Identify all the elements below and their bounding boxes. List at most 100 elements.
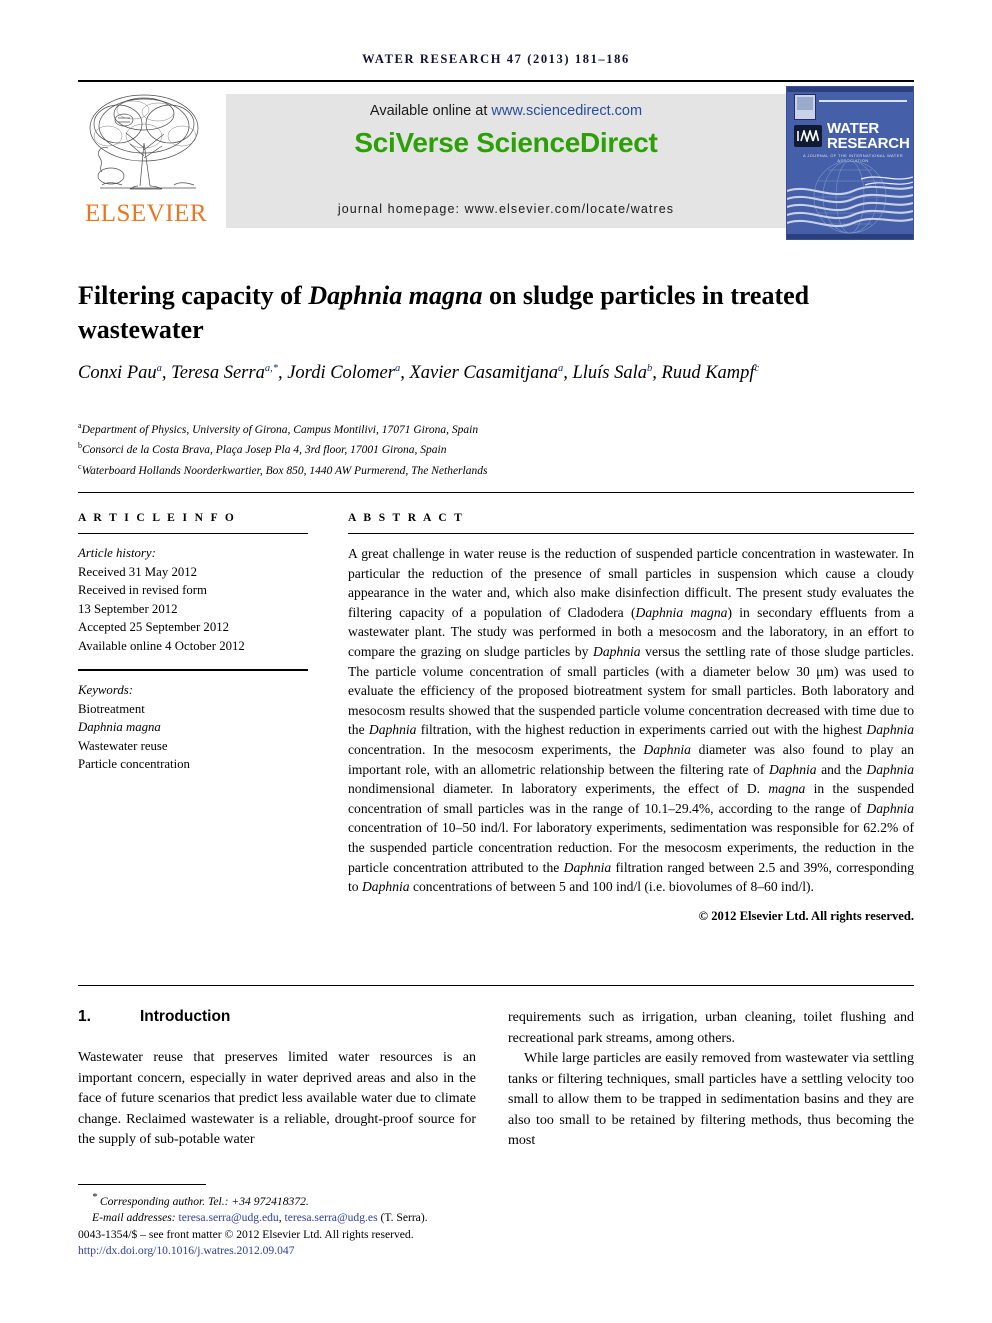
article-info-heading-rule bbox=[78, 533, 308, 534]
author-name: Teresa Serra bbox=[171, 363, 265, 384]
introduction-right-column: requirements such as irrigation, urban c… bbox=[508, 1008, 914, 1152]
available-prefix: Available online at bbox=[369, 103, 492, 119]
page-title: Filtering capacity of Daphnia magna on s… bbox=[78, 279, 878, 347]
abstract-italic-term: Daphnia bbox=[643, 741, 691, 757]
elsevier-tree-icon bbox=[89, 94, 199, 190]
iwa-logo-icon bbox=[794, 125, 822, 147]
article-info-heading: A R T I C L E I N F O bbox=[78, 512, 237, 524]
article-info-column: A R T I C L E I N F O Article history: R… bbox=[78, 512, 308, 774]
affiliation-text: Consorci de la Costa Brava, Plaça Josep … bbox=[82, 444, 447, 457]
keywords-divider-rule bbox=[78, 669, 308, 671]
abstract-italic-term: Daphnia bbox=[593, 643, 641, 659]
intro-paragraph: Wastewater reuse that preserves limited … bbox=[78, 1050, 476, 1147]
author-item: Jordi Colomera, bbox=[287, 363, 409, 383]
section-title: Introduction bbox=[140, 1008, 231, 1025]
cover-divider-line bbox=[819, 100, 907, 102]
author-affil-marker: a,* bbox=[264, 363, 278, 374]
affiliation-text: Department of Physics, University of Gir… bbox=[81, 423, 479, 436]
history-item: Received in revised form bbox=[78, 583, 207, 597]
author-item: Conxi Paua, bbox=[78, 363, 171, 383]
abstract-italic-term: Daphnia bbox=[768, 761, 817, 777]
cover-globe-graphic bbox=[787, 161, 913, 234]
abstract-italic-term: magna bbox=[768, 781, 806, 797]
abstract-italic-term: Daphnia bbox=[368, 722, 417, 738]
journal-banner: ELSEVIER Available online at www.science… bbox=[78, 86, 914, 240]
elsevier-wordmark: ELSEVIER bbox=[84, 200, 208, 227]
corresponding-marker: * bbox=[92, 1192, 97, 1203]
abstract-italic-term: Daphnia bbox=[866, 722, 914, 738]
sciverse-sciencedirect-logo: SciVerse ScienceDirect bbox=[354, 127, 658, 158]
cover-title-line1: WATER bbox=[827, 120, 880, 137]
introduction-heading: 1. Introduction bbox=[78, 1008, 476, 1026]
journal-cover-image: WATER RESEARCH A JOURNAL OF THE INTERNAT… bbox=[786, 86, 914, 240]
cover-mini-thumbnail-inner bbox=[797, 97, 813, 110]
email-line: E-mail addresses: teresa.serra@udg.edu, … bbox=[78, 1210, 508, 1227]
abstract-italic-term: Daphnia bbox=[866, 800, 914, 816]
article-first-page: WATER RESEARCH 47 (2013) 181–186 ELSEVIE… bbox=[0, 0, 992, 1323]
corresponding-author-line: * Corresponding author. Tel.: +34 972418… bbox=[78, 1190, 508, 1210]
abstract-text-run: concentration. In the mesocosm experimen… bbox=[348, 741, 644, 757]
author-item: Teresa Serraa,*, bbox=[171, 363, 287, 383]
abstract-italic-term: Daphnia bbox=[866, 761, 914, 777]
abstract-section-top-rule bbox=[78, 492, 914, 493]
elsevier-logo: ELSEVIER bbox=[78, 88, 214, 236]
author-name: Conxi Pau bbox=[78, 363, 157, 384]
intro-paragraph-2: While large particles are easily removed… bbox=[508, 1051, 914, 1148]
keyword-item: Particle concentration bbox=[78, 757, 190, 771]
footnote-block: * Corresponding author. Tel.: +34 972418… bbox=[78, 1190, 508, 1260]
intro-paragraph-continued: requirements such as irrigation, urban c… bbox=[508, 1010, 914, 1046]
abstract-heading-rule bbox=[348, 533, 914, 534]
doi-link[interactable]: http://dx.doi.org/10.1016/j.watres.2012.… bbox=[78, 1243, 508, 1260]
affiliation-item: cWaterboard Hollands Noorderkwartier, Bo… bbox=[78, 459, 898, 479]
introduction-left-column: 1. Introduction Wastewater reuse that pre… bbox=[78, 1008, 476, 1151]
keywords-block: Keywords: Biotreatment Daphnia magna Was… bbox=[78, 681, 308, 774]
author-name: Jordi Colomer bbox=[287, 363, 395, 384]
sciencedirect-url[interactable]: www.sciencedirect.com bbox=[491, 103, 642, 119]
keyword-item: Biotreatment bbox=[78, 701, 145, 716]
iwa-mark-icon bbox=[797, 130, 819, 142]
abstract-text-run: filtration, with the highest reduction i… bbox=[416, 722, 867, 738]
email-label: E-mail addresses: bbox=[92, 1211, 176, 1225]
abstract-text-run: and the bbox=[816, 761, 867, 777]
title-species-italic: Daphnia magna bbox=[308, 281, 483, 311]
available-online-text: Available online at www.sciencedirect.co… bbox=[226, 103, 786, 119]
keyword-item: Wastewater reuse bbox=[78, 738, 168, 753]
author-separator: , bbox=[161, 363, 172, 384]
journal-homepage-text[interactable]: journal homepage: www.elsevier.com/locat… bbox=[226, 202, 786, 216]
cover-journal-title: WATER RESEARCH bbox=[827, 121, 911, 151]
abstract-column: A B S T R A C T A great challenge in wat… bbox=[348, 512, 914, 924]
history-item: 13 September 2012 bbox=[78, 601, 178, 616]
author-name: Lluís Sala bbox=[572, 363, 648, 384]
footnote-rule bbox=[78, 1184, 206, 1185]
author-separator: , bbox=[652, 363, 662, 384]
keywords-label: Keywords: bbox=[78, 683, 133, 697]
history-item: Received 31 May 2012 bbox=[78, 564, 198, 579]
author-separator: , bbox=[277, 363, 288, 384]
author-name: Ruud Kampf bbox=[661, 363, 755, 384]
cover-top-bar bbox=[787, 87, 913, 92]
abstract-text: A great challenge in water reuse is the … bbox=[348, 544, 914, 897]
author-item: Lluís Salab, bbox=[572, 363, 661, 383]
corresponding-author-text: Corresponding author. Tel.: +34 97241837… bbox=[99, 1194, 309, 1208]
abstract-text-run: nondimensional diameter. In laboratory e… bbox=[348, 781, 769, 797]
email-address-2[interactable]: teresa.serra@udg.es bbox=[285, 1211, 378, 1224]
author-item: Ruud Kampfc bbox=[662, 363, 760, 383]
affiliation-list: aDepartment of Physics, University of Gi… bbox=[78, 418, 898, 479]
affiliation-item: bConsorci de la Costa Brava, Plaça Josep… bbox=[78, 438, 898, 458]
article-history-label: Article history: bbox=[78, 546, 156, 560]
abstract-italic-term: Daphnia bbox=[361, 879, 410, 895]
section-number: 1. bbox=[78, 1008, 91, 1025]
article-history-block: Article history: Received 31 May 2012 Re… bbox=[78, 544, 308, 655]
author-list: Conxi Paua, Teresa Serraa,*, Jordi Colom… bbox=[78, 355, 898, 387]
author-name: Xavier Casamitjana bbox=[409, 363, 558, 384]
title-part-1: Filtering capacity of bbox=[78, 281, 309, 311]
cover-title-line2: RESEARCH bbox=[827, 135, 910, 152]
cover-bottom-bar bbox=[787, 234, 913, 239]
cover-mini-thumbnail bbox=[794, 94, 816, 120]
email-address-1[interactable]: teresa.serra@udg.edu bbox=[179, 1211, 279, 1224]
affiliation-item: aDepartment of Physics, University of Gi… bbox=[78, 418, 898, 438]
history-item: Accepted 25 September 2012 bbox=[78, 620, 230, 634]
sciencedirect-banner: Available online at www.sciencedirect.co… bbox=[226, 94, 786, 228]
abstract-heading: A B S T R A C T bbox=[348, 512, 465, 524]
abstract-text-run: concentrations of between 5 and 100 ind/… bbox=[409, 879, 814, 895]
